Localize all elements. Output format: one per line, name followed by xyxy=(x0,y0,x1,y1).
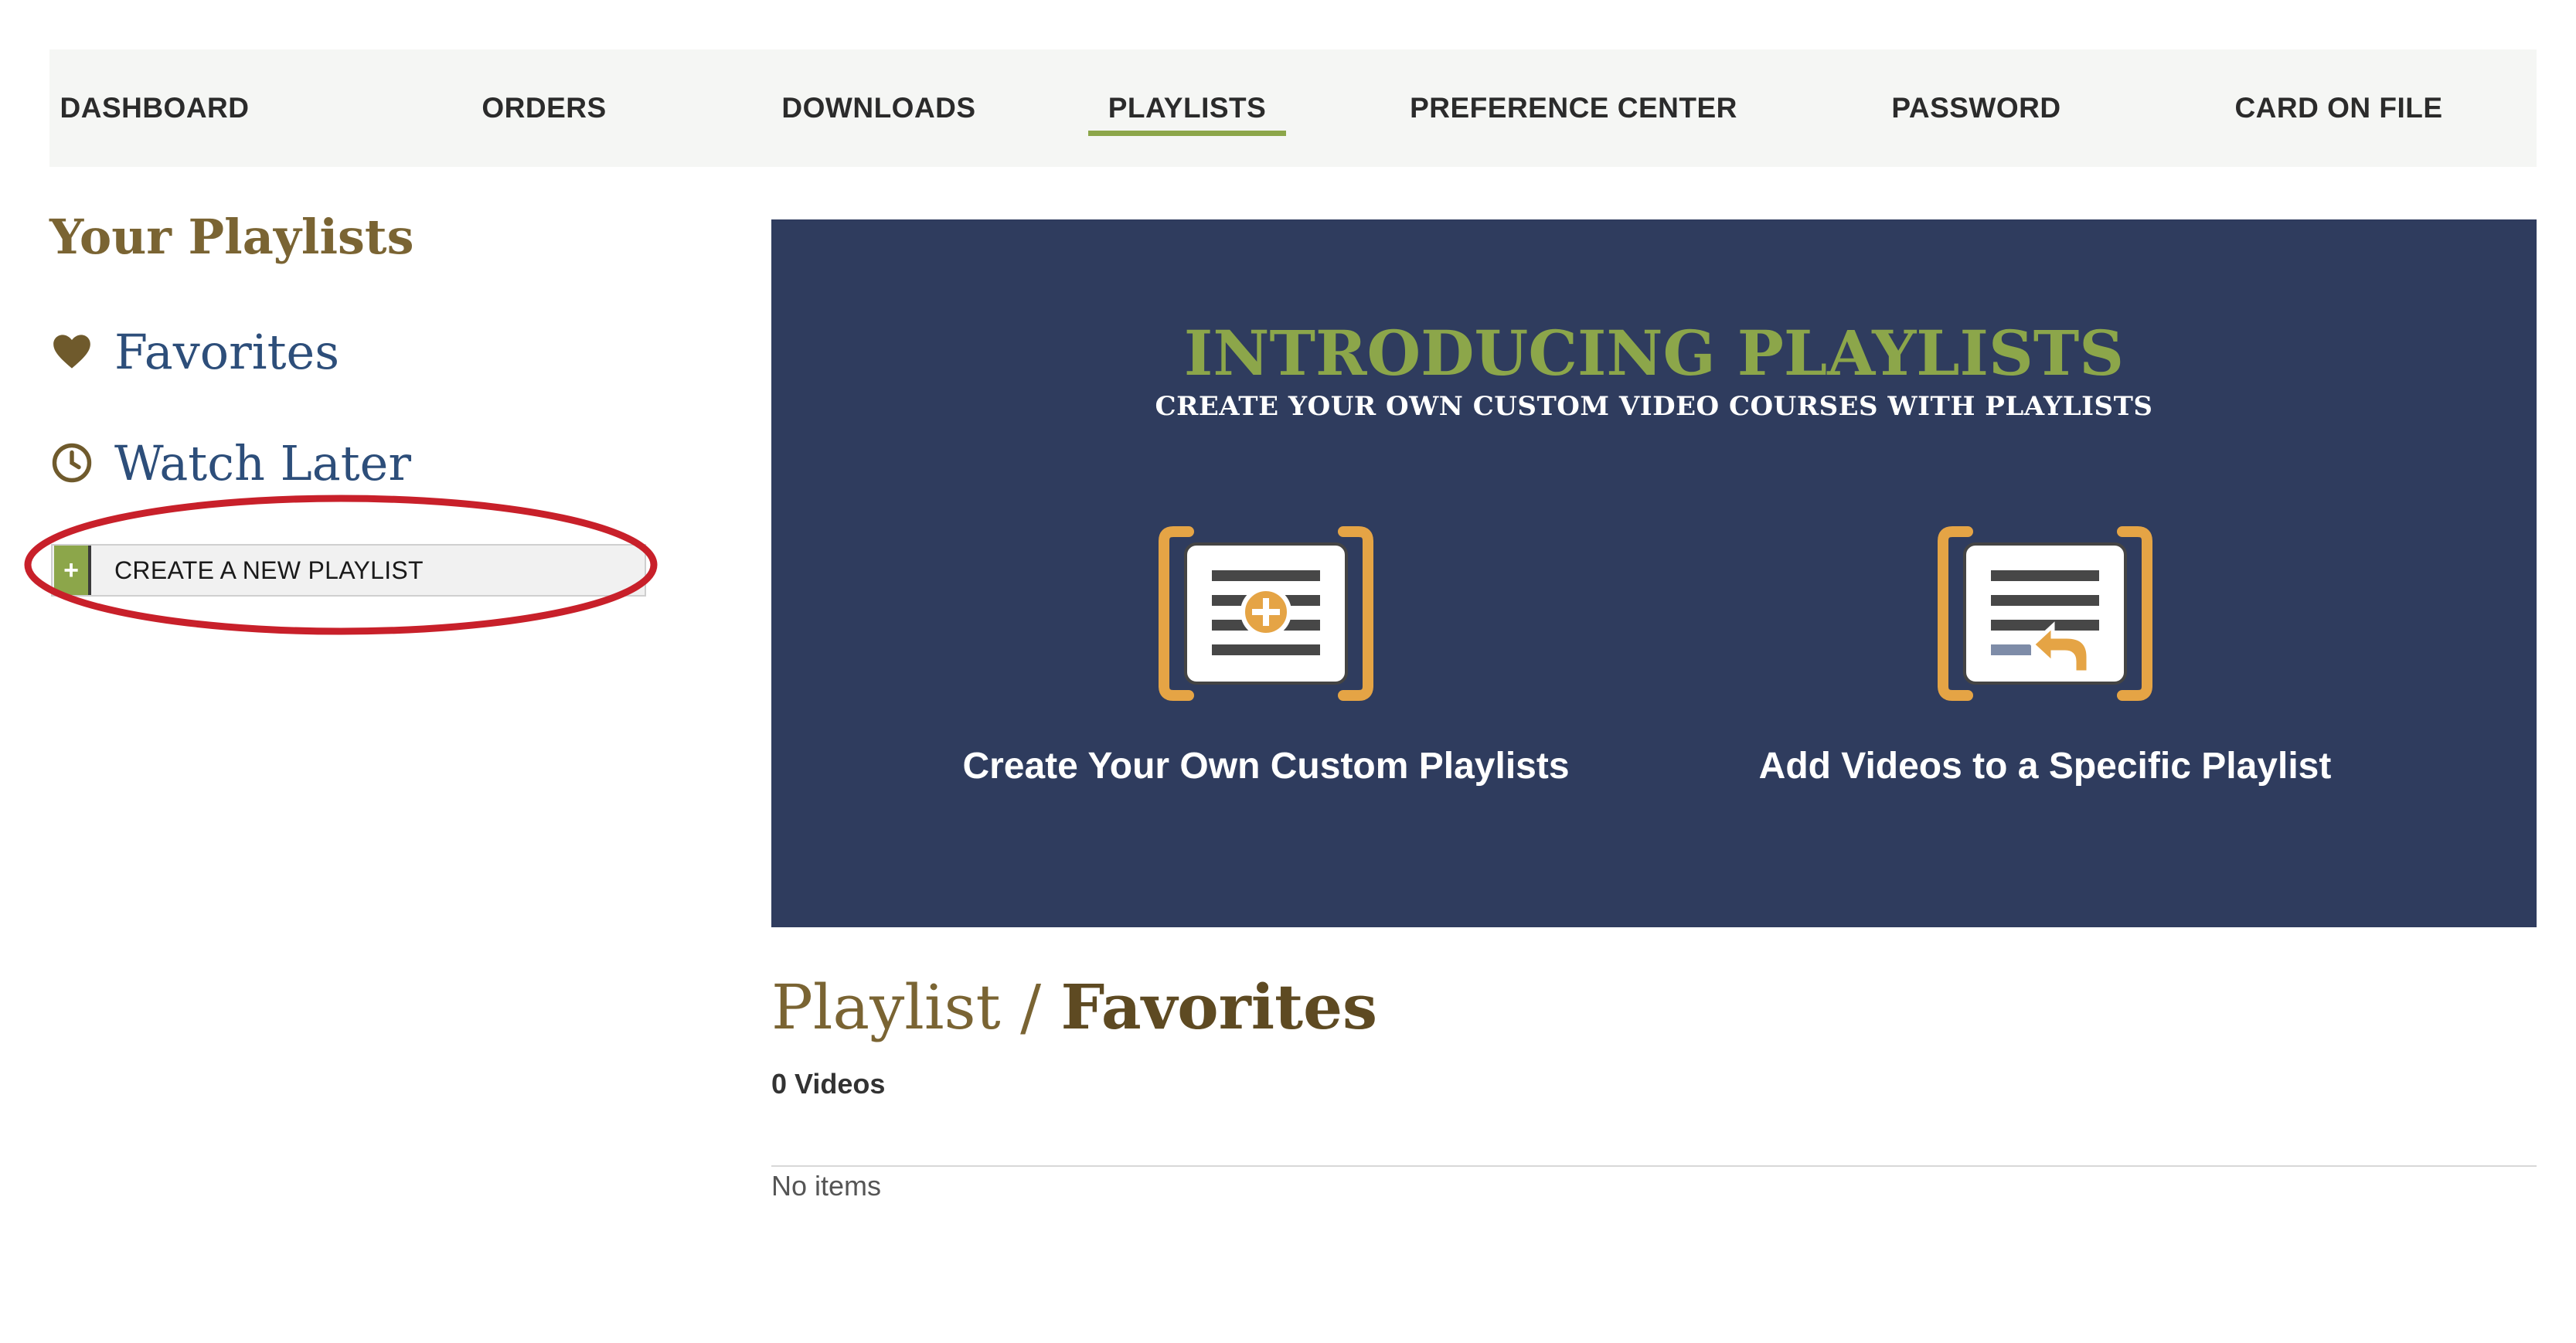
sidebar-item-watch-later[interactable]: Watch Later xyxy=(49,428,411,498)
nav-item-playlists[interactable]: PLAYLISTS xyxy=(1088,49,1286,167)
nav-item-preference-center[interactable]: PREFERENCE CENTER xyxy=(1404,49,1744,167)
heart-icon xyxy=(49,329,94,374)
nav-item-downloads[interactable]: DOWNLOADS xyxy=(751,49,1006,167)
playlist-empty-text: No items xyxy=(771,1170,882,1202)
playlist-heading-prefix: Playlist / xyxy=(771,971,1042,1043)
plus-icon: + xyxy=(54,546,91,595)
clock-icon xyxy=(49,440,94,485)
create-new-playlist-label: CREATE A NEW PLAYLIST xyxy=(114,556,424,584)
sidebar-item-label: Favorites xyxy=(114,323,340,380)
top-nav: DASHBOARD ORDERS DOWNLOADS PLAYLISTS PRE… xyxy=(49,49,2537,167)
nav-item-card-on-file[interactable]: CARD ON FILE xyxy=(2223,49,2455,167)
nav-item-dashboard[interactable]: DASHBOARD xyxy=(60,49,250,167)
nav-item-orders[interactable]: ORDERS xyxy=(461,49,628,167)
create-new-playlist-button[interactable]: + CREATE A NEW PLAYLIST xyxy=(51,544,646,597)
playlist-insert-icon xyxy=(1938,526,2152,701)
banner-title: INTRODUCING PLAYLISTS xyxy=(1183,317,2125,389)
playlist-video-count: 0 Videos xyxy=(771,1068,886,1100)
page: DASHBOARD ORDERS DOWNLOADS PLAYLISTS PRE… xyxy=(0,0,2576,1343)
divider xyxy=(771,1165,2537,1167)
playlist-add-icon xyxy=(1159,526,1373,701)
sidebar-item-favorites[interactable]: Favorites xyxy=(49,317,339,386)
feature-add-videos-label: Add Videos to a Specific Playlist xyxy=(1758,746,2332,787)
playlist-heading-name: Favorites xyxy=(1060,971,1378,1043)
intro-banner: INTRODUCING PLAYLISTS CREATE YOUR OWN CU… xyxy=(771,219,2537,927)
sidebar-item-label: Watch Later xyxy=(114,434,411,491)
banner-subtitle: CREATE YOUR OWN CUSTOM VIDEO COURSES WIT… xyxy=(1155,391,2153,422)
feature-create-playlists-label: Create Your Own Custom Playlists xyxy=(962,746,1570,787)
playlist-heading: Playlist / Favorites xyxy=(771,971,1377,1043)
nav-item-password[interactable]: PASSWORD xyxy=(1886,49,2067,167)
sidebar-title: Your Playlists xyxy=(49,209,414,265)
